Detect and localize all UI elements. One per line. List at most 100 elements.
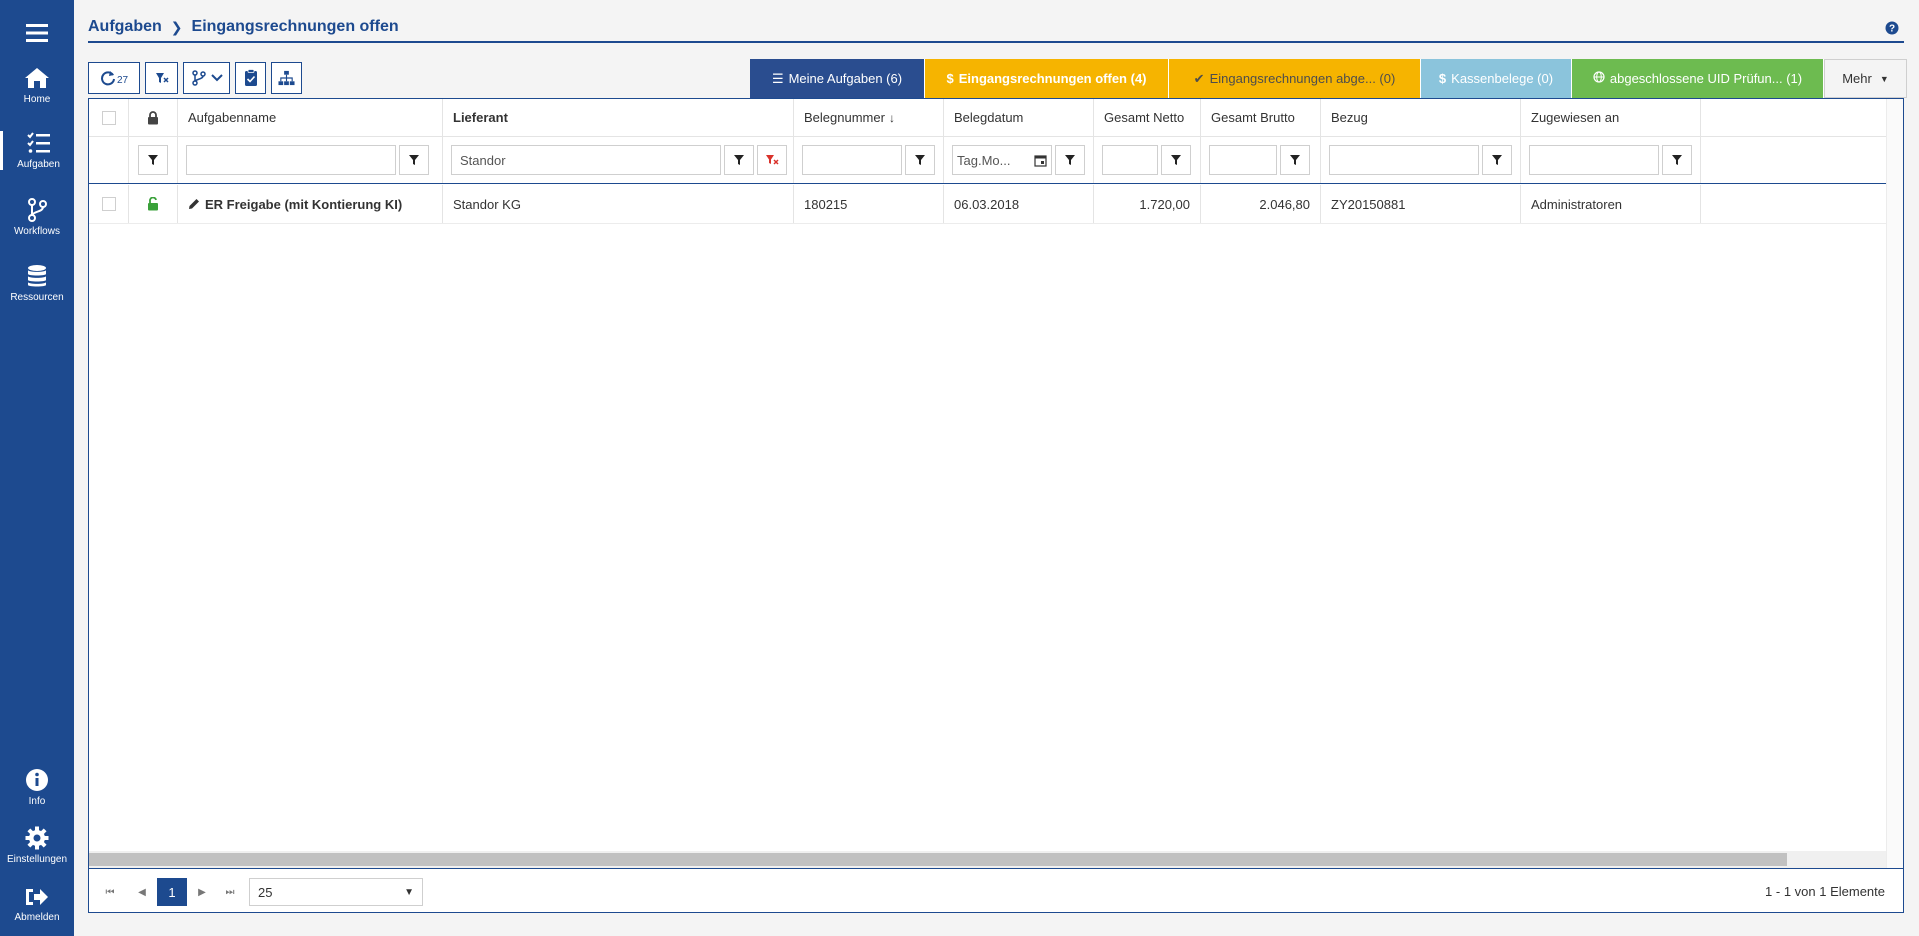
filter-button-belegnummer[interactable] bbox=[905, 145, 935, 175]
filter-icon bbox=[915, 155, 925, 165]
column-header-bezug[interactable]: Bezug bbox=[1321, 99, 1521, 136]
sidebar-item-info[interactable]: Info bbox=[0, 768, 74, 807]
sidebar-item-label: Aufgaben bbox=[17, 159, 60, 170]
filter-input-belegnummer[interactable] bbox=[802, 145, 902, 175]
column-header-belegnummer[interactable]: Belegnummer ↓ bbox=[794, 99, 944, 136]
filter-cell-empty bbox=[89, 137, 129, 183]
page-size-value: 25 bbox=[258, 884, 273, 900]
tab-eingangsrechnungen-offen[interactable]: $ Eingangsrechnungen offen (4) bbox=[925, 59, 1169, 98]
row-checkbox[interactable] bbox=[101, 197, 116, 211]
queue-tabs: ☰ Meine Aufgaben (6) $ Eingangsrechnunge… bbox=[750, 59, 1907, 98]
filter-input-gesamt-netto[interactable] bbox=[1102, 145, 1158, 175]
filter-input-bezug[interactable] bbox=[1329, 145, 1479, 175]
tab-label: abgeschlossene UID Prüfun... (1) bbox=[1609, 71, 1803, 86]
column-header-gesamt-brutto[interactable]: Gesamt Brutto bbox=[1201, 99, 1321, 136]
tab-eingangsrechnungen-abgeschlossen[interactable]: ✔ Eingangsrechnungen abge... (0) bbox=[1169, 59, 1421, 98]
tab-label: Mehr bbox=[1842, 71, 1872, 86]
info-icon bbox=[26, 769, 48, 791]
filter-icon bbox=[1171, 155, 1181, 165]
filter-cell-lieferant: Standor bbox=[443, 137, 794, 183]
tab-uid-pruefung[interactable]: abgeschlossene UID Prüfun... (1) bbox=[1572, 59, 1824, 98]
workflow-dropdown-button[interactable] bbox=[183, 62, 230, 94]
cell-belegdatum: 06.03.2018 bbox=[944, 185, 1094, 223]
workflow-icon bbox=[191, 70, 206, 86]
chevron-down-icon bbox=[210, 74, 223, 82]
column-header-zugewiesen[interactable]: Zugewiesen an bbox=[1521, 99, 1701, 136]
filter-cell-zugewiesen bbox=[1521, 137, 1701, 183]
unlock-icon[interactable] bbox=[147, 197, 159, 211]
sidebar-item-ressourcen[interactable]: Ressourcen bbox=[0, 264, 74, 303]
filter-input-aufgabenname[interactable] bbox=[186, 145, 396, 175]
sidebar-item-workflows[interactable]: Workflows bbox=[0, 198, 74, 237]
breadcrumb-root[interactable]: Aufgaben bbox=[88, 18, 162, 36]
clear-filter-lieferant[interactable] bbox=[757, 145, 787, 175]
calendar-icon[interactable] bbox=[1034, 154, 1047, 167]
row-select-cell bbox=[89, 185, 129, 223]
filter-cell-gesamt-netto bbox=[1094, 137, 1201, 183]
sidebar-item-home[interactable]: Home bbox=[0, 66, 74, 105]
tab-mehr[interactable]: Mehr ▼ bbox=[1824, 59, 1907, 98]
cell-gesamt-brutto: 2.046,80 bbox=[1201, 185, 1321, 223]
last-page-button[interactable]: ⏭ bbox=[219, 881, 241, 903]
clear-filters-button[interactable] bbox=[145, 62, 178, 94]
filter-button-gesamt-brutto[interactable] bbox=[1280, 145, 1310, 175]
tab-label: Eingangsrechnungen offen (4) bbox=[958, 71, 1147, 86]
current-page[interactable]: 1 bbox=[157, 878, 187, 906]
horizontal-scrollbar[interactable] bbox=[89, 851, 1886, 868]
header-divider bbox=[88, 41, 1904, 43]
filter-button-belegdatum[interactable] bbox=[1055, 145, 1085, 175]
lock-column-header bbox=[129, 99, 178, 136]
next-page-button[interactable]: ▶ bbox=[191, 881, 213, 903]
clipboard-button[interactable] bbox=[235, 62, 266, 94]
filter-input-lieferant[interactable]: Standor bbox=[451, 145, 721, 175]
column-header-aufgabenname[interactable]: Aufgabenname bbox=[178, 99, 443, 136]
column-header-gesamt-netto[interactable]: Gesamt Netto bbox=[1094, 99, 1201, 136]
grid-filter-row: Standor Tag.Mo... bbox=[89, 137, 1903, 184]
filter-input-belegdatum[interactable]: Tag.Mo... bbox=[952, 145, 1052, 175]
cell-zugewiesen: Administratoren bbox=[1521, 185, 1701, 223]
hierarchy-button[interactable] bbox=[271, 62, 302, 94]
main-content: Aufgaben ❯ Eingangsrechnungen offen ? 27 bbox=[74, 0, 1919, 936]
hamburger-icon bbox=[26, 24, 48, 42]
cell-gesamt-netto: 1.720,00 bbox=[1094, 185, 1201, 223]
tab-kassenbelege[interactable]: $ Kassenbelege (0) bbox=[1421, 59, 1572, 98]
tasks-icon bbox=[26, 132, 50, 153]
tab-label: Meine Aufgaben (6) bbox=[788, 71, 903, 86]
filter-button-gesamt-netto[interactable] bbox=[1161, 145, 1191, 175]
row-lock-cell bbox=[129, 185, 178, 223]
sidebar-item-abmelden[interactable]: Abmelden bbox=[0, 886, 74, 923]
sidebar: Home Aufgaben Workflows Ressourcen Info … bbox=[0, 0, 74, 936]
first-page-button[interactable]: ⏮ bbox=[99, 881, 121, 903]
help-icon[interactable]: ? bbox=[1885, 21, 1899, 38]
filter-button-lieferant[interactable] bbox=[724, 145, 754, 175]
cell-bezug: ZY20150881 bbox=[1321, 185, 1521, 223]
grid-toolbar: 27 bbox=[88, 62, 302, 94]
tab-meine-aufgaben[interactable]: ☰ Meine Aufgaben (6) bbox=[750, 59, 925, 98]
menu-toggle[interactable] bbox=[0, 22, 74, 48]
filter-button-aufgabenname[interactable] bbox=[399, 145, 429, 175]
prev-page-button[interactable]: ◀ bbox=[131, 881, 153, 903]
filter-cell-gesamt-brutto bbox=[1201, 137, 1321, 183]
filter-button-zugewiesen[interactable] bbox=[1662, 145, 1692, 175]
svg-text:?: ? bbox=[1889, 24, 1895, 35]
sidebar-item-label: Home bbox=[23, 94, 51, 105]
dollar-icon: $ bbox=[1438, 71, 1447, 86]
sidebar-item-aufgaben[interactable]: Aufgaben bbox=[0, 131, 74, 170]
column-header-lieferant[interactable]: Lieferant bbox=[443, 99, 794, 136]
filter-clear-icon bbox=[766, 155, 779, 165]
table-row[interactable]: ER Freigabe (mit Kontierung KI) Standor … bbox=[89, 185, 1903, 224]
page-size-select[interactable]: 25 ▼ bbox=[249, 878, 423, 906]
filter-input-zugewiesen[interactable] bbox=[1529, 145, 1659, 175]
column-header-belegdatum[interactable]: Belegdatum bbox=[944, 99, 1094, 136]
refresh-button[interactable]: 27 bbox=[88, 62, 140, 94]
cell-aufgabenname[interactable]: ER Freigabe (mit Kontierung KI) bbox=[178, 185, 443, 223]
select-all-checkbox[interactable] bbox=[101, 110, 116, 125]
lock-filter-button[interactable] bbox=[138, 145, 168, 175]
sidebar-item-label: Einstellungen bbox=[6, 854, 68, 865]
sidebar-item-label: Ressourcen bbox=[10, 292, 64, 303]
filter-button-bezug[interactable] bbox=[1482, 145, 1512, 175]
scrollbar-thumb[interactable] bbox=[89, 853, 1787, 866]
sidebar-item-einstellungen[interactable]: Einstellungen bbox=[0, 826, 74, 865]
filter-input-gesamt-brutto[interactable] bbox=[1209, 145, 1277, 175]
vertical-scrollbar[interactable] bbox=[1886, 99, 1903, 868]
